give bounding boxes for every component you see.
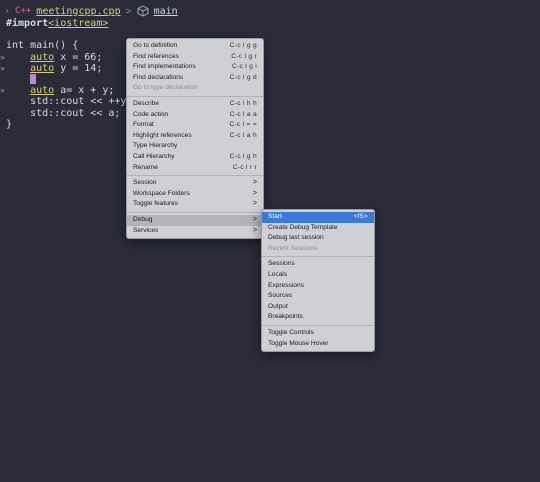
gutter-marker-icon: » [0,86,5,96]
menu-separator [127,175,263,177]
menu-item-workspace-folders[interactable]: Workspace Folders > [127,189,263,200]
breadcrumb-symbol[interactable]: main [154,6,178,17]
code-line: #import<iostream> [6,18,138,29]
keyword: auto [30,51,55,63]
code-text: a= x + y; [54,85,115,97]
menu-item-highlight-references[interactable]: Highlight references C-c l a h [127,131,263,142]
cpp-file-icon: C++ [15,6,32,16]
menu-item-rename[interactable]: Rename C-c l r r [127,163,263,174]
menu-item-type-hierarchy[interactable]: Type Hierarchy [127,141,263,152]
menu-item-toggle-mouse-hover[interactable]: Toggle Mouse Hover [262,339,374,350]
code-line: » auto a= x + y; [0,85,138,97]
code-text: } [6,118,13,130]
gutter-marker-icon: » [0,63,5,73]
code-line: } [6,119,138,130]
menu-item-go-to-type-declaration: Go to type declaration [133,84,198,92]
menu-item-call-hierarchy[interactable]: Call Hierarchy C-c l g h [127,152,263,163]
chevron-right-icon: › [4,5,11,17]
keyword: auto [30,85,55,97]
include-header: <iostream> [48,18,109,29]
menu-item-output[interactable]: Output [262,302,374,313]
code-line: » auto x = 66; [0,51,138,63]
keyword: auto [30,62,55,74]
submenu-arrow-icon: > [252,200,257,208]
code-line: » auto y = 14; [0,62,138,74]
submenu-arrow-icon: > [252,226,257,234]
submenu-arrow-icon: > [252,189,257,197]
menu-item-find-declarations[interactable]: Find declarations C-c l g d [127,73,263,84]
menu-item-services[interactable]: Services > [127,226,263,237]
menu-item-sources[interactable]: Sources [262,291,374,302]
code-text: std::cout << ++y + [30,96,139,108]
menu-item-toggle-controls[interactable]: Toggle Controls [262,328,374,339]
menu-item-debug-last-session[interactable]: Debug last session [262,233,374,244]
menu-item-locals[interactable]: Locals [262,270,374,281]
code-editor[interactable]: #import<iostream> int main() { » auto x … [0,18,138,130]
code-line: int main() { [6,40,138,51]
code-line: std::cout << ++y + [6,96,138,107]
debug-submenu: Start <f5> Create Debug Template Debug la… [261,209,375,353]
menu-item-format[interactable]: Format C-c l = = [127,120,263,131]
submenu-arrow-icon: > [252,215,257,223]
code-text: std::cout << a; [30,107,121,119]
breadcrumb-file[interactable]: meetingcpp.cpp [36,6,120,17]
chevron-right-icon: > [125,5,132,17]
menu-item-sessions[interactable]: Sessions [262,259,374,270]
menu-item-recent-sessions: Recent Sessions [268,244,318,252]
menu-item-describe[interactable]: Describe C-c l h h [127,99,263,110]
menu-item-create-debug-template[interactable]: Create Debug Template [262,223,374,234]
menu-item-session[interactable]: Session > [127,178,263,189]
menu-item-code-action[interactable]: Code action C-c l a a [127,110,263,121]
text-cursor [30,73,37,84]
menu-item-expressions[interactable]: Expressions [262,281,374,292]
menu-item-start[interactable]: Start <f5> [262,212,374,223]
menu-separator [127,95,263,97]
menu-item-toggle-features[interactable]: Toggle features > [127,199,263,210]
menu-item-find-references[interactable]: Find references C-c l g r [127,52,263,63]
code-line [6,73,138,85]
menu-separator [262,256,374,258]
cube-icon [137,5,149,17]
menu-separator [127,211,263,213]
submenu-arrow-icon: > [252,179,257,187]
breadcrumb: › C++ meetingcpp.cpp > main [4,3,178,19]
gutter-marker-icon: » [0,52,5,62]
code-text: x = 66; [54,51,103,63]
menu-item-breakpoints[interactable]: Breakpoints [262,312,374,323]
code-text: int main() { [6,40,79,52]
code-line: std::cout << a; [6,108,138,119]
menu-item-debug[interactable]: Debug > [127,214,263,226]
menu-separator [262,324,374,326]
code-text: y = 14; [54,62,103,74]
menu-item-go-to-definition[interactable]: Go to definition C-c l g g [127,41,263,52]
menu-item-find-implementations[interactable]: Find implementations C-c l g i [127,62,263,73]
include-directive: #import [6,18,49,29]
context-menu: Go to definition C-c l g g Find reference… [126,38,264,240]
